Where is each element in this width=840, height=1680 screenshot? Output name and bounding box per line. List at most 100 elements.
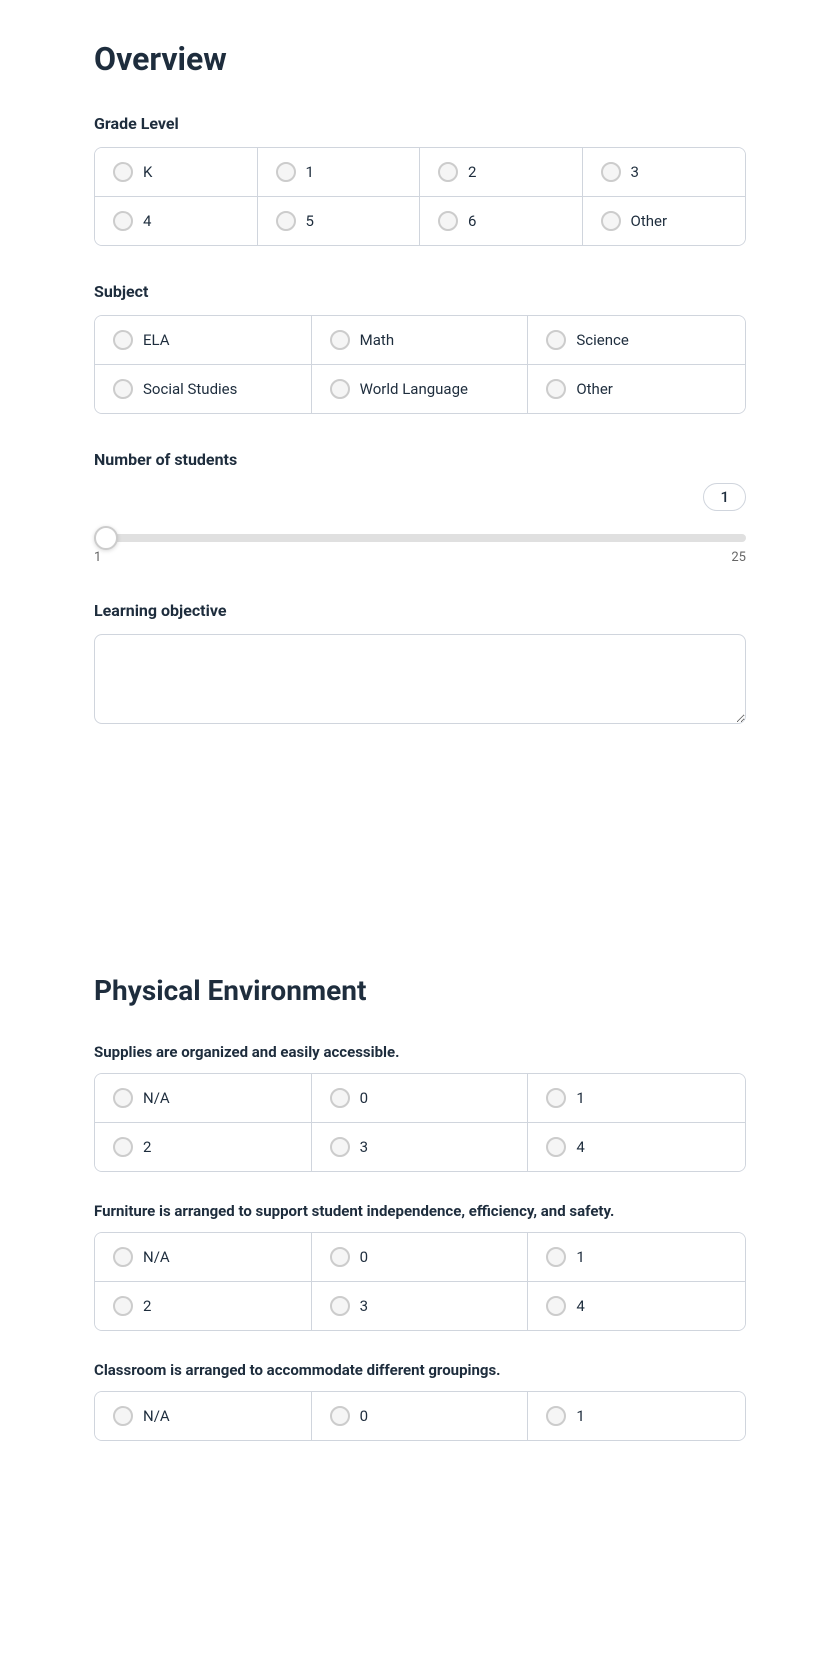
classroom-1[interactable]: 1 bbox=[528, 1392, 745, 1440]
subject-other-label: Other bbox=[576, 380, 613, 398]
furniture-0-label: 0 bbox=[360, 1248, 368, 1266]
grade-4[interactable]: 4 bbox=[95, 197, 258, 245]
students-slider-wrapper bbox=[94, 527, 746, 546]
classroom-label: Classroom is arranged to accommodate dif… bbox=[94, 1361, 746, 1379]
subject-label: Subject bbox=[94, 282, 746, 301]
grade-6[interactable]: 6 bbox=[420, 197, 583, 245]
furniture-0-radio bbox=[330, 1247, 350, 1267]
grade-5[interactable]: 5 bbox=[258, 197, 421, 245]
grade-other-radio bbox=[601, 211, 621, 231]
furniture-grid: N/A 0 1 2 3 bbox=[94, 1232, 746, 1331]
furniture-4-label: 4 bbox=[576, 1297, 584, 1315]
subject-science[interactable]: Science bbox=[528, 316, 745, 365]
furniture-2-radio bbox=[113, 1296, 133, 1316]
supplies-na[interactable]: N/A bbox=[95, 1074, 312, 1123]
grade-6-radio bbox=[438, 211, 458, 231]
supplies-subsection: Supplies are organized and easily access… bbox=[94, 1043, 746, 1172]
supplies-0[interactable]: 0 bbox=[312, 1074, 529, 1123]
furniture-3[interactable]: 3 bbox=[312, 1282, 529, 1330]
furniture-3-label: 3 bbox=[360, 1297, 368, 1315]
grade-6-label: 6 bbox=[468, 212, 476, 230]
classroom-na[interactable]: N/A bbox=[95, 1392, 312, 1440]
classroom-grid: N/A 0 1 bbox=[94, 1391, 746, 1441]
furniture-0[interactable]: 0 bbox=[312, 1233, 529, 1282]
subject-section: Subject ELA Math Science Social Studies bbox=[94, 282, 746, 414]
supplies-1[interactable]: 1 bbox=[528, 1074, 745, 1123]
furniture-na[interactable]: N/A bbox=[95, 1233, 312, 1282]
students-slider[interactable] bbox=[94, 534, 746, 542]
learning-objective-section: Learning objective bbox=[94, 601, 746, 728]
classroom-subsection: Classroom is arranged to accommodate dif… bbox=[94, 1361, 746, 1441]
physical-environment-section: Physical Environment Supplies are organi… bbox=[94, 964, 746, 1441]
furniture-1-radio bbox=[546, 1247, 566, 1267]
supplies-grid: N/A 0 1 2 3 bbox=[94, 1073, 746, 1172]
subject-ela-radio bbox=[113, 330, 133, 350]
supplies-1-label: 1 bbox=[576, 1089, 584, 1107]
supplies-1-radio bbox=[546, 1088, 566, 1108]
classroom-na-radio bbox=[113, 1406, 133, 1426]
supplies-4[interactable]: 4 bbox=[528, 1123, 745, 1171]
subject-ela[interactable]: ELA bbox=[95, 316, 312, 365]
grade-5-radio bbox=[276, 211, 296, 231]
classroom-0-radio bbox=[330, 1406, 350, 1426]
furniture-label: Furniture is arranged to support student… bbox=[94, 1202, 746, 1220]
subject-world-language-radio bbox=[330, 379, 350, 399]
slider-labels: 1 25 bbox=[94, 550, 746, 565]
subject-world-language-label: World Language bbox=[360, 380, 468, 398]
classroom-0[interactable]: 0 bbox=[312, 1392, 529, 1440]
furniture-4[interactable]: 4 bbox=[528, 1282, 745, 1330]
students-section: Number of students 1 1 25 bbox=[94, 450, 746, 565]
supplies-0-label: 0 bbox=[360, 1089, 368, 1107]
students-label: Number of students bbox=[94, 450, 746, 469]
grade-k[interactable]: K bbox=[95, 148, 258, 197]
classroom-1-label: 1 bbox=[576, 1407, 584, 1425]
grade-other-label: Other bbox=[631, 212, 668, 230]
subject-other-radio bbox=[546, 379, 566, 399]
supplies-3[interactable]: 3 bbox=[312, 1123, 529, 1171]
grade-k-label: K bbox=[143, 163, 152, 181]
physical-environment-title: Physical Environment bbox=[94, 974, 746, 1007]
furniture-na-radio bbox=[113, 1247, 133, 1267]
subject-other[interactable]: Other bbox=[528, 365, 745, 413]
grade-3-radio bbox=[601, 162, 621, 182]
furniture-2[interactable]: 2 bbox=[95, 1282, 312, 1330]
subject-math-label: Math bbox=[360, 331, 394, 349]
subject-science-radio bbox=[546, 330, 566, 350]
supplies-2-radio bbox=[113, 1137, 133, 1157]
supplies-2[interactable]: 2 bbox=[95, 1123, 312, 1171]
subject-science-label: Science bbox=[576, 331, 628, 349]
students-value: 1 bbox=[703, 483, 746, 511]
supplies-4-label: 4 bbox=[576, 1138, 584, 1156]
slider-max-label: 25 bbox=[731, 550, 746, 565]
furniture-na-label: N/A bbox=[143, 1248, 170, 1266]
supplies-label: Supplies are organized and easily access… bbox=[94, 1043, 746, 1061]
furniture-4-radio bbox=[546, 1296, 566, 1316]
grade-4-label: 4 bbox=[143, 212, 151, 230]
supplies-4-radio bbox=[546, 1137, 566, 1157]
supplies-2-label: 2 bbox=[143, 1138, 151, 1156]
grade-5-label: 5 bbox=[306, 212, 314, 230]
grade-3-label: 3 bbox=[631, 163, 639, 181]
subject-math[interactable]: Math bbox=[312, 316, 529, 365]
classroom-na-label: N/A bbox=[143, 1407, 170, 1425]
furniture-1-label: 1 bbox=[576, 1248, 584, 1266]
supplies-3-radio bbox=[330, 1137, 350, 1157]
supplies-0-radio bbox=[330, 1088, 350, 1108]
grade-level-grid: K 1 2 3 4 bbox=[94, 147, 746, 246]
grade-1-label: 1 bbox=[306, 163, 314, 181]
classroom-0-label: 0 bbox=[360, 1407, 368, 1425]
subject-world-language[interactable]: World Language bbox=[312, 365, 529, 413]
grade-1[interactable]: 1 bbox=[258, 148, 421, 197]
slider-min-label: 1 bbox=[94, 550, 101, 565]
subject-social-studies[interactable]: Social Studies bbox=[95, 365, 312, 413]
grade-level-section: Grade Level K 1 2 3 bbox=[94, 114, 746, 246]
supplies-na-label: N/A bbox=[143, 1089, 170, 1107]
grade-k-radio bbox=[113, 162, 133, 182]
furniture-1[interactable]: 1 bbox=[528, 1233, 745, 1282]
subject-grid: ELA Math Science Social Studies World La… bbox=[94, 315, 746, 414]
grade-2[interactable]: 2 bbox=[420, 148, 583, 197]
supplies-na-radio bbox=[113, 1088, 133, 1108]
grade-other[interactable]: Other bbox=[583, 197, 746, 245]
learning-objective-input[interactable] bbox=[94, 634, 746, 724]
grade-3[interactable]: 3 bbox=[583, 148, 746, 197]
